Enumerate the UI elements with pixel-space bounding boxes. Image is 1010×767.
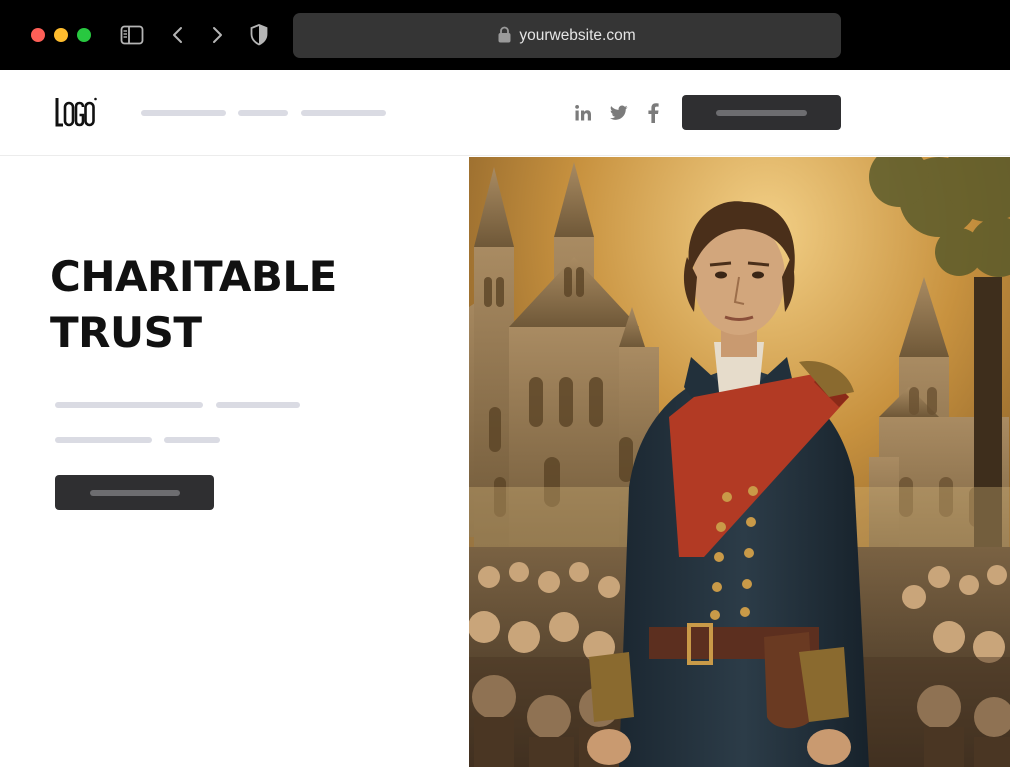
address-bar[interactable]: yourwebsite.com: [293, 13, 841, 58]
site-logo[interactable]: [54, 94, 98, 135]
twitter-icon[interactable]: [608, 102, 630, 124]
body-text-placeholder: [55, 437, 152, 443]
header-cta-button[interactable]: [682, 95, 841, 130]
browser-toolbar: yourwebsite.com: [0, 0, 1010, 70]
site-header: [0, 70, 1010, 156]
nav-item-2[interactable]: [238, 110, 288, 116]
hero-painting: [469, 157, 1010, 767]
body-text-placeholder: [55, 402, 203, 408]
url-text: yourwebsite.com: [519, 26, 636, 44]
facebook-icon[interactable]: [642, 102, 664, 124]
sidebar-icon[interactable]: [120, 23, 144, 47]
nav-item-1[interactable]: [141, 110, 226, 116]
forward-icon[interactable]: [205, 23, 229, 47]
hero-title: CHARITABLE TRUST: [50, 249, 337, 361]
header-cta-placeholder: [716, 110, 807, 116]
linkedin-icon[interactable]: [572, 102, 594, 124]
back-icon[interactable]: [166, 23, 190, 47]
nav-item-3[interactable]: [301, 110, 386, 116]
hero-title-line1: CHARITABLE: [50, 252, 337, 301]
close-window-button[interactable]: [31, 28, 45, 42]
body-text-placeholder: [216, 402, 300, 408]
hero-cta-placeholder: [90, 490, 180, 496]
minimize-window-button[interactable]: [54, 28, 68, 42]
shield-icon[interactable]: [247, 23, 271, 47]
lock-icon: [498, 26, 511, 43]
maximize-window-button[interactable]: [77, 28, 91, 42]
hero-cta-button[interactable]: [55, 475, 214, 510]
hero-title-line2: TRUST: [50, 308, 202, 357]
body-text-placeholder: [164, 437, 220, 443]
